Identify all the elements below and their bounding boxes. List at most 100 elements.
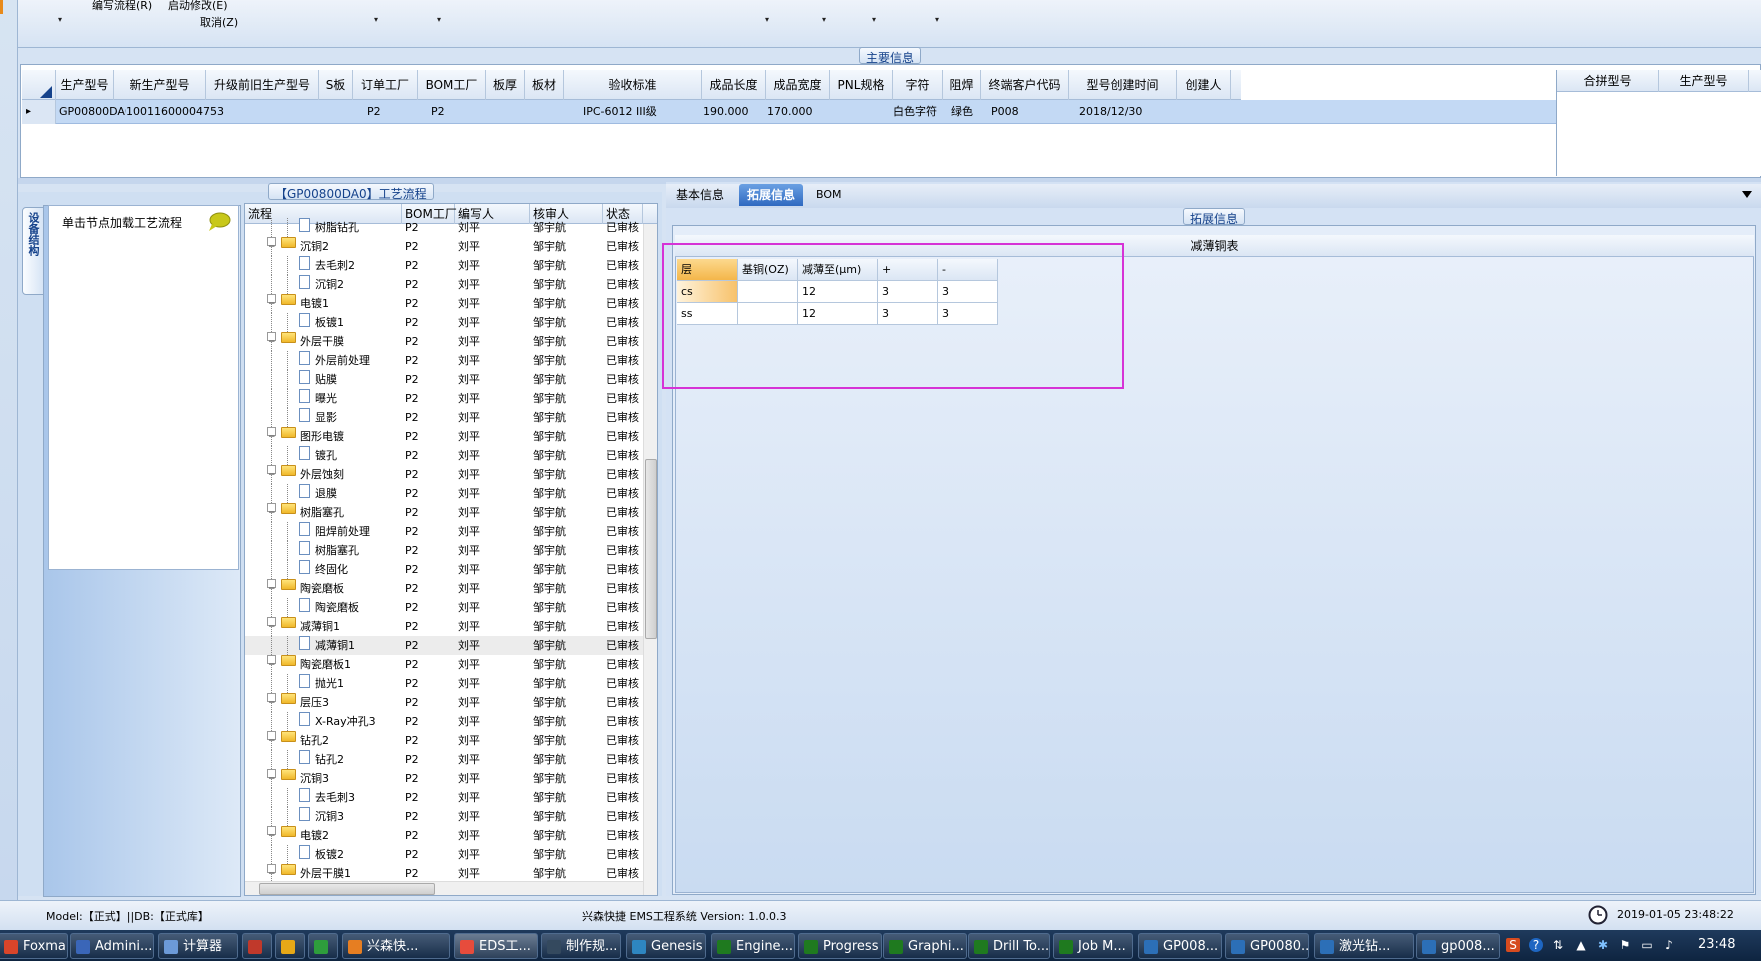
tree-row[interactable]: 沉铜3 P2 刘平 邹宇航 已审核: [245, 807, 643, 826]
tray-app-icon[interactable]: S: [1506, 938, 1520, 952]
col-header[interactable]: S板: [319, 70, 353, 100]
dropdown-arrow-icon[interactable]: ▾: [765, 15, 769, 24]
tree-row[interactable]: X-Ray冲孔3 P2 刘平 邹宇航 已审核: [245, 712, 643, 731]
tree-row[interactable]: 减薄铜1 P2 刘平 邹宇航 已审核: [245, 636, 643, 655]
col-header[interactable]: 验收标准: [564, 70, 702, 100]
col-header[interactable]: 升级前旧生产型号: [206, 70, 319, 100]
collapse-toggle-icon[interactable]: −: [267, 617, 276, 632]
taskbar-button[interactable]: Admini...: [70, 933, 154, 959]
collapse-toggle-icon[interactable]: −: [267, 826, 276, 841]
tree-row[interactable]: 显影 P2 刘平 邹宇航 已审核: [245, 408, 643, 427]
col-header[interactable]: 订单工厂: [353, 70, 418, 100]
col-header[interactable]: BOM工厂: [418, 70, 486, 100]
tree-row[interactable]: 去毛刺2 P2 刘平 邹宇航 已审核: [245, 256, 643, 275]
cell-acceptance-standard[interactable]: IPC-6012 III级: [580, 100, 700, 124]
tree-row[interactable]: 沉铜2 P2 刘平 邹宇航 已审核: [245, 275, 643, 294]
tab-bom[interactable]: BOM: [808, 184, 850, 206]
security-icon[interactable]: ⚑: [1618, 938, 1632, 952]
tab-extended-info[interactable]: 拓展信息: [739, 184, 804, 206]
dropdown-arrow-icon[interactable]: ▾: [374, 15, 378, 24]
tree-row[interactable]: 退膜 P2 刘平 邹宇航 已审核: [245, 484, 643, 503]
col-header[interactable]: PNL规格: [830, 70, 893, 100]
taskbar-button[interactable]: Drill To...: [968, 933, 1050, 959]
taskbar-button[interactable]: 制作规...: [541, 933, 621, 959]
tree-row[interactable]: − 减薄铜1 P2 刘平 邹宇航 已审核: [245, 617, 643, 636]
cell-solder-mask[interactable]: 绿色: [948, 100, 984, 124]
start-modify-menu[interactable]: 启动修改(E): [168, 0, 228, 13]
col-header[interactable]: 生产型号: [1659, 70, 1749, 92]
taskbar-button[interactable]: Progress: [798, 933, 882, 959]
tree-row[interactable]: 板镀1 P2 刘平 邹宇航 已审核: [245, 313, 643, 332]
taskbar-button[interactable]: 兴森快...: [342, 933, 450, 959]
col-header[interactable]: 生产型号: [56, 70, 114, 100]
cell-new-model[interactable]: 10011600004753: [123, 100, 233, 124]
col-header[interactable]: 型号创建时间: [1069, 70, 1177, 100]
col-header[interactable]: 终端客户代码: [981, 70, 1069, 100]
tab-basic-info[interactable]: 基本信息: [668, 184, 732, 206]
tree-row[interactable]: 树脂塞孔 P2 刘平 邹宇航 已审核: [245, 541, 643, 560]
col-header[interactable]: 板厚: [486, 70, 525, 100]
cell-bom-factory[interactable]: P2: [428, 100, 478, 124]
tree-row[interactable]: − 陶瓷磨板 P2 刘平 邹宇航 已审核: [245, 579, 643, 598]
taskbar-button[interactable]: Genesis: [626, 933, 706, 959]
collapse-toggle-icon[interactable]: −: [267, 237, 276, 252]
tree-row[interactable]: − 外层蚀刻 P2 刘平 邹宇航 已审核: [245, 465, 643, 484]
tree-row[interactable]: − 沉铜2 P2 刘平 邹宇航 已审核: [245, 237, 643, 256]
cancel-menu[interactable]: 取消(Z): [200, 14, 238, 30]
tree-row[interactable]: − 图形电镀 P2 刘平 邹宇航 已审核: [245, 427, 643, 446]
taskbar-button[interactable]: EDS工...: [454, 933, 538, 959]
show-hidden-icons-icon[interactable]: ▲: [1574, 938, 1588, 952]
tree-row[interactable]: − 钻孔2 P2 刘平 邹宇航 已审核: [245, 731, 643, 750]
cell-model[interactable]: GP00800DA0: [56, 100, 126, 124]
taskbar-button[interactable]: Graphi...: [883, 933, 967, 959]
tree-row[interactable]: 镀孔 P2 刘平 邹宇航 已审核: [245, 446, 643, 465]
dropdown-arrow-icon[interactable]: ▾: [58, 15, 62, 24]
tree-row[interactable]: 陶瓷磨板 P2 刘平 邹宇航 已审核: [245, 598, 643, 617]
taskbar-button[interactable]: GP0080...: [1225, 933, 1309, 959]
col-header[interactable]: 合拼型号: [1557, 70, 1659, 92]
taskbar-button[interactable]: Engine...: [711, 933, 795, 959]
tree-row[interactable]: 外层前处理 P2 刘平 邹宇航 已审核: [245, 351, 643, 370]
collapse-toggle-icon[interactable]: −: [267, 769, 276, 784]
tree-row[interactable]: 树脂钻孔 P2 刘平 邹宇航 已审核: [245, 218, 643, 237]
bluetooth-icon[interactable]: ✱: [1596, 938, 1610, 952]
vertical-scroll-thumb[interactable]: [645, 459, 657, 639]
collapse-toggle-icon[interactable]: −: [267, 503, 276, 518]
cell-width[interactable]: 170.000: [764, 100, 828, 124]
collapse-toggle-icon[interactable]: −: [267, 332, 276, 347]
collapse-toggle-icon[interactable]: −: [267, 864, 276, 879]
grid-corner[interactable]: [22, 70, 56, 100]
tree-row[interactable]: 贴膜 P2 刘平 邹宇航 已审核: [245, 370, 643, 389]
col-header[interactable]: 阻焊: [943, 70, 981, 100]
tree-row[interactable]: − 陶瓷磨板1 P2 刘平 邹宇航 已审核: [245, 655, 643, 674]
taskbar-button[interactable]: gp008...: [1416, 933, 1500, 959]
collapse-toggle-icon[interactable]: −: [267, 655, 276, 670]
cell-customer-code[interactable]: P008: [988, 100, 1068, 124]
tree-row[interactable]: 抛光1 P2 刘平 邹宇航 已审核: [245, 674, 643, 693]
network-icon[interactable]: ⇅: [1551, 938, 1565, 952]
edit-flow-menu[interactable]: 编写流程(R): [92, 0, 152, 13]
tree-row[interactable]: − 电镀2 P2 刘平 邹宇航 已审核: [245, 826, 643, 845]
taskbar-button[interactable]: Foxmail: [0, 933, 68, 959]
dropdown-arrow-icon[interactable]: ▾: [437, 15, 441, 24]
col-header[interactable]: 板材: [525, 70, 564, 100]
table-row[interactable]: ▸ GP00800DA0 10011600004753 P2 P2 IPC-60…: [22, 100, 1557, 124]
taskbar-button[interactable]: [275, 933, 305, 959]
collapse-toggle-icon[interactable]: −: [267, 465, 276, 480]
col-header[interactable]: 成品宽度: [766, 70, 830, 100]
horizontal-scroll-thumb[interactable]: [259, 883, 435, 895]
help-icon[interactable]: ?: [1529, 938, 1543, 952]
taskbar-button[interactable]: 计算器: [158, 933, 238, 959]
collapse-toggle-icon[interactable]: −: [267, 294, 276, 309]
dropdown-arrow-icon[interactable]: ▾: [935, 15, 939, 24]
taskbar-button[interactable]: [242, 933, 272, 959]
tree-row[interactable]: 阻焊前处理 P2 刘平 邹宇航 已审核: [245, 522, 643, 541]
col-header[interactable]: 字符: [893, 70, 943, 100]
tree-row[interactable]: − 沉铜3 P2 刘平 邹宇航 已审核: [245, 769, 643, 788]
taskbar-clock[interactable]: 23:48: [1698, 937, 1735, 952]
cell-length[interactable]: 190.000: [700, 100, 764, 124]
taskbar-button[interactable]: Job M...: [1053, 933, 1133, 959]
col-header[interactable]: 创建人: [1177, 70, 1231, 100]
taskbar-button[interactable]: [308, 933, 338, 959]
monitor-icon[interactable]: ▭: [1640, 938, 1654, 952]
